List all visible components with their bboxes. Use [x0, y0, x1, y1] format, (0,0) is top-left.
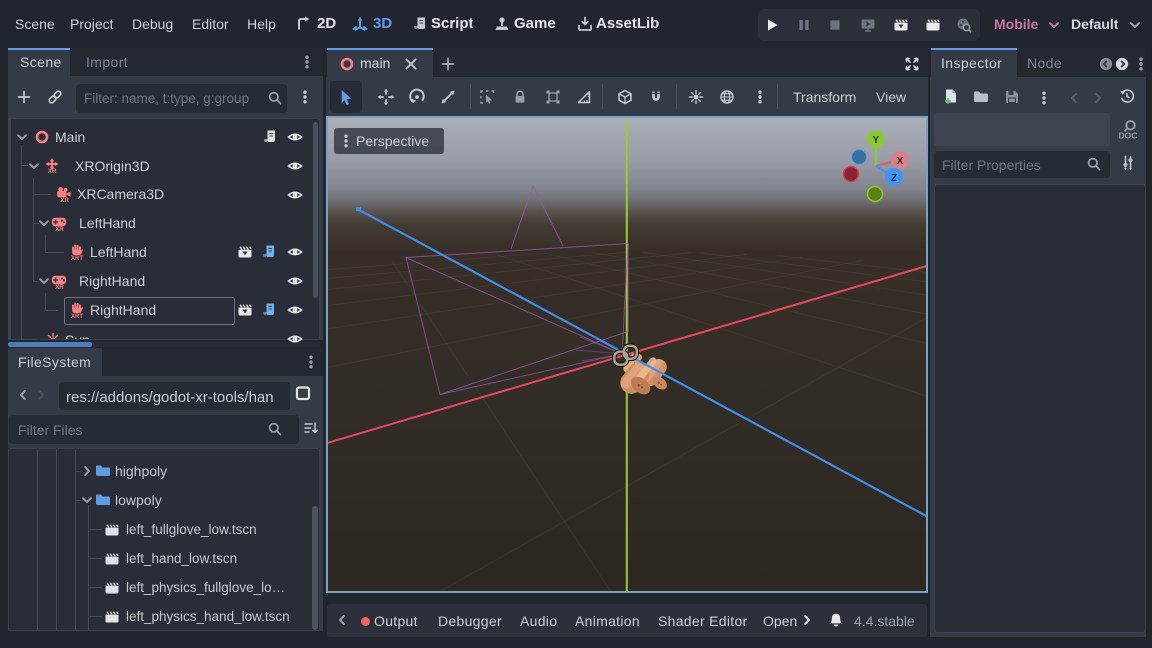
svg-text:Y: Y	[873, 135, 880, 146]
svg-text:X: X	[897, 156, 904, 167]
svg-text:DOC: DOC	[1119, 130, 1138, 139]
svg-text:Z: Z	[891, 173, 897, 184]
